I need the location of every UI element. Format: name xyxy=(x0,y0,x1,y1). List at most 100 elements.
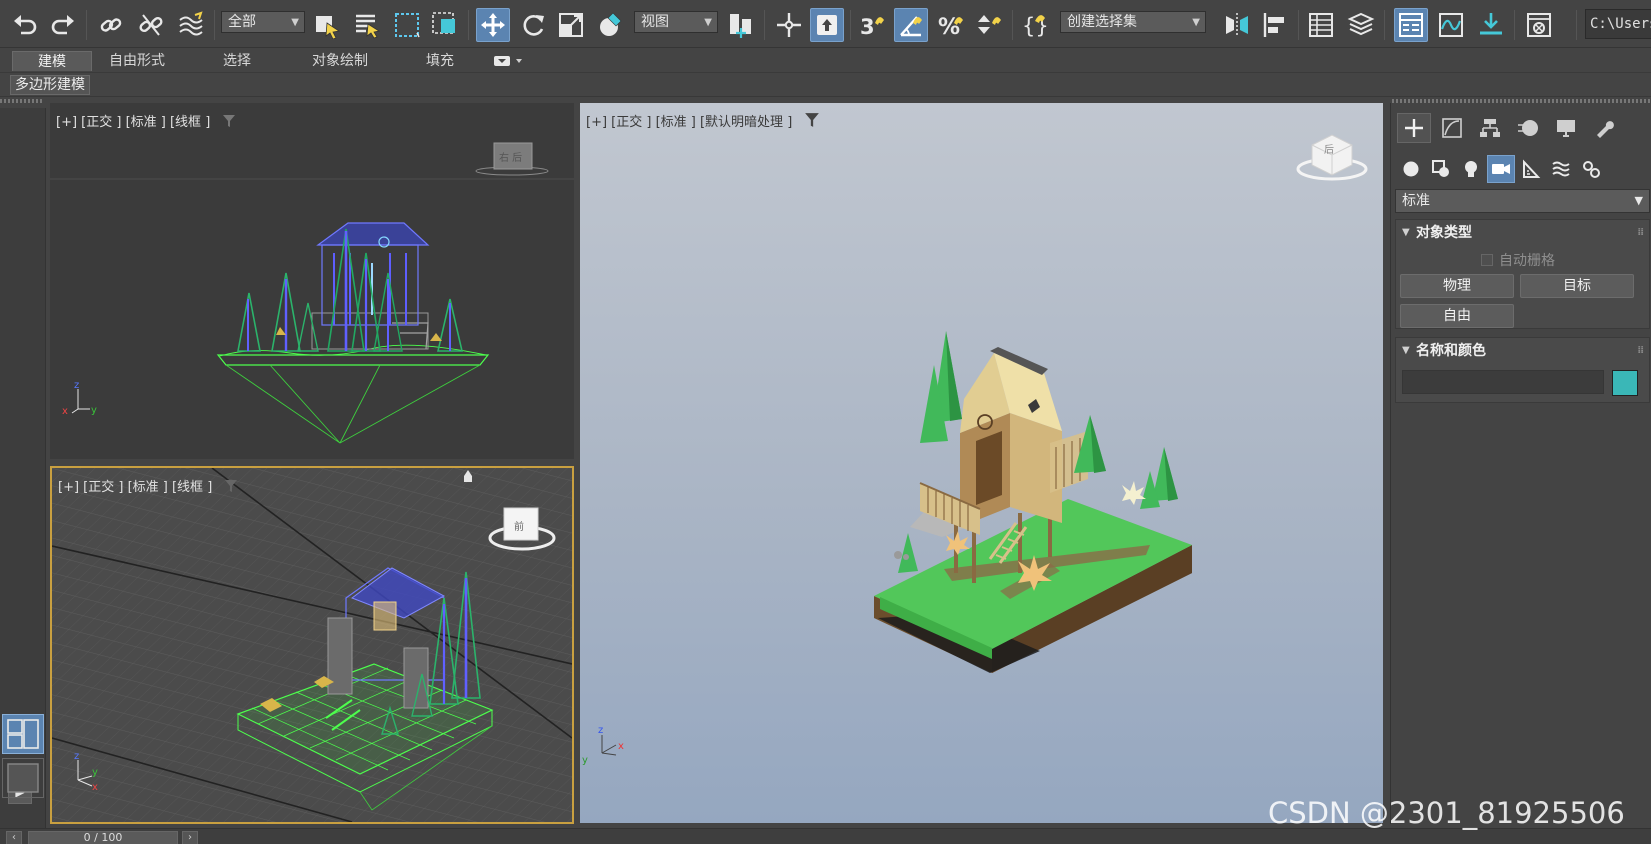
unlink-button[interactable] xyxy=(134,8,168,42)
viewport-top-left[interactable]: 右 后 z y x [+] [正交] [标准] [线框] xyxy=(50,103,574,459)
undo-button[interactable] xyxy=(8,8,42,42)
scene-explorer-button[interactable] xyxy=(1304,8,1338,42)
layer-explorer-button[interactable] xyxy=(1344,8,1378,42)
systems-gears-icon xyxy=(1583,161,1600,178)
angle-snap-icon xyxy=(900,16,922,37)
toggle-ribbon-button[interactable] xyxy=(1394,8,1428,42)
modify-icon xyxy=(1442,118,1462,138)
tab-modify[interactable] xyxy=(1435,113,1469,143)
svg-text:z: z xyxy=(74,380,79,391)
free-camera-button[interactable]: 自由 xyxy=(1400,304,1514,328)
viewport-label-top[interactable]: [+] [正交 ] [标准 ] [线框 ] xyxy=(56,111,236,132)
filter-icon[interactable] xyxy=(224,479,238,497)
tab-selection[interactable]: 选择 xyxy=(202,51,272,71)
keyboard-shortcut-override-button[interactable] xyxy=(810,8,844,42)
viewcube-top[interactable]: 右 后 xyxy=(475,142,549,176)
select-by-name-button[interactable] xyxy=(350,8,384,42)
ribbon-options-button[interactable] xyxy=(492,53,526,69)
rectangular-selection-button[interactable] xyxy=(390,8,424,42)
tab-populate[interactable]: 填充 xyxy=(410,51,470,71)
tab-motion[interactable] xyxy=(1511,113,1545,143)
viewcube-main[interactable]: 后 xyxy=(1296,134,1368,181)
tab-utilities[interactable] xyxy=(1587,113,1621,143)
tab-freeform[interactable]: 自由形式 xyxy=(96,51,178,71)
select-and-scale-button[interactable] xyxy=(554,8,588,42)
svg-text:y: y xyxy=(92,767,98,778)
name-and-color-header[interactable]: ▼ 名称和颜色 ⁞⁞ xyxy=(1396,338,1649,364)
category-systems[interactable] xyxy=(1577,155,1605,183)
viewport-main[interactable]: 后 z x y [+] [正交] [标准] [默认明暗处理] xyxy=(580,103,1383,823)
select-and-place-button[interactable] xyxy=(594,8,628,42)
collapse-triangle-icon: ▼ xyxy=(1402,227,1410,238)
previous-frame-button[interactable]: ‹ xyxy=(6,831,22,844)
layout-tab-single[interactable] xyxy=(2,758,44,798)
window-crossing-button[interactable] xyxy=(428,8,462,42)
mirror-button[interactable] xyxy=(1220,8,1254,42)
polygon-modeling-panel[interactable]: 多边形建模 xyxy=(10,75,90,95)
viewport-layout-strip: ▶ xyxy=(0,108,46,828)
category-lights[interactable] xyxy=(1457,155,1485,183)
spinner-snap-icon xyxy=(978,15,1001,34)
link-button[interactable] xyxy=(94,8,128,42)
reference-coordinate-dropdown[interactable]: 视图 ▼ xyxy=(634,11,718,33)
render-setup-button[interactable] xyxy=(1522,8,1556,42)
object-color-swatch[interactable] xyxy=(1612,370,1638,396)
object-category-dropdown[interactable]: 标准 ▼ xyxy=(1395,189,1650,213)
checkbox-box xyxy=(1481,254,1493,266)
schematic-view-button[interactable] xyxy=(1474,8,1508,42)
align-button[interactable] xyxy=(1258,8,1292,42)
spinner-snap-button[interactable] xyxy=(972,8,1006,42)
selection-filter-dropdown[interactable]: 全部 ▼ xyxy=(221,11,305,33)
unlink-icon xyxy=(139,14,163,36)
svg-text:x: x xyxy=(618,741,624,752)
chevron-down-icon: ▼ xyxy=(1634,194,1643,207)
category-geometry[interactable] xyxy=(1397,155,1425,183)
autogrid-checkbox[interactable]: 自动栅格 xyxy=(1481,250,1555,270)
tab-modeling[interactable]: 建模 xyxy=(12,51,92,71)
angle-snap-button[interactable] xyxy=(894,8,928,42)
target-camera-button[interactable]: 目标 xyxy=(1520,274,1634,298)
ribbon-panel-bar: 多边形建模 xyxy=(0,73,1651,97)
bind-space-warp-button[interactable] xyxy=(174,8,208,42)
physical-camera-button[interactable]: 物理 xyxy=(1400,274,1514,298)
svg-text:{}: {} xyxy=(1022,14,1049,38)
svg-text:z: z xyxy=(598,725,603,736)
object-name-input[interactable] xyxy=(1402,370,1604,394)
ribbon-icon xyxy=(1399,13,1423,37)
percent-snap-button[interactable]: % xyxy=(934,8,968,42)
next-frame-button[interactable]: › xyxy=(182,831,198,844)
window-crossing-icon xyxy=(432,12,455,34)
viewport-label-main[interactable]: [+] [正交 ] [标准 ] [默认明暗处理 ] xyxy=(586,111,820,132)
tab-display[interactable] xyxy=(1549,113,1583,143)
filter-icon[interactable] xyxy=(222,114,236,132)
layout-three-panel-icon xyxy=(7,719,39,749)
undo-icon xyxy=(14,15,37,35)
redo-button[interactable] xyxy=(46,8,80,42)
svg-text:右 后: 右 后 xyxy=(499,151,522,164)
edit-named-selection-button[interactable]: {} xyxy=(1018,8,1052,42)
category-space-warps[interactable] xyxy=(1547,155,1575,183)
layout-tab-active[interactable] xyxy=(2,714,44,754)
named-selection-dropdown[interactable]: 创建选择集 ▼ xyxy=(1060,11,1206,33)
category-cameras[interactable] xyxy=(1487,155,1515,183)
select-and-move-button[interactable] xyxy=(476,8,510,42)
project-path-field[interactable]: C:\Users xyxy=(1585,9,1651,39)
select-and-rotate-button[interactable] xyxy=(516,8,550,42)
tab-create[interactable] xyxy=(1397,113,1431,143)
tab-hierarchy[interactable] xyxy=(1473,113,1507,143)
filter-icon[interactable] xyxy=(804,112,820,132)
time-slider[interactable]: 0 / 100 xyxy=(28,831,178,844)
viewport-label-perspective[interactable]: [+] [正交 ] [标准 ] [线框 ] xyxy=(58,476,238,497)
viewport-bottom-left[interactable]: 前 z y x [+] [正交 ] [标准] [线框] xyxy=(50,466,574,824)
snaps-toggle-button[interactable]: 3 xyxy=(856,8,890,42)
select-object-button[interactable] xyxy=(310,8,344,42)
pivot-center-button[interactable] xyxy=(724,8,758,42)
select-manipulate-button[interactable] xyxy=(772,8,806,42)
category-shapes[interactable] xyxy=(1427,155,1455,183)
curve-editor-button[interactable] xyxy=(1434,8,1468,42)
tab-object-paint[interactable]: 对象绘制 xyxy=(298,51,382,71)
category-helpers[interactable] xyxy=(1517,155,1545,183)
main-toolbar: 全部 ▼ 视图 ▼ 3 % {} 创建选择集 ▼ C:\Users xyxy=(0,0,1651,48)
object-type-header[interactable]: ▼ 对象类型 ⁞⁞ xyxy=(1396,220,1649,246)
helper-tape-icon xyxy=(1523,159,1541,178)
